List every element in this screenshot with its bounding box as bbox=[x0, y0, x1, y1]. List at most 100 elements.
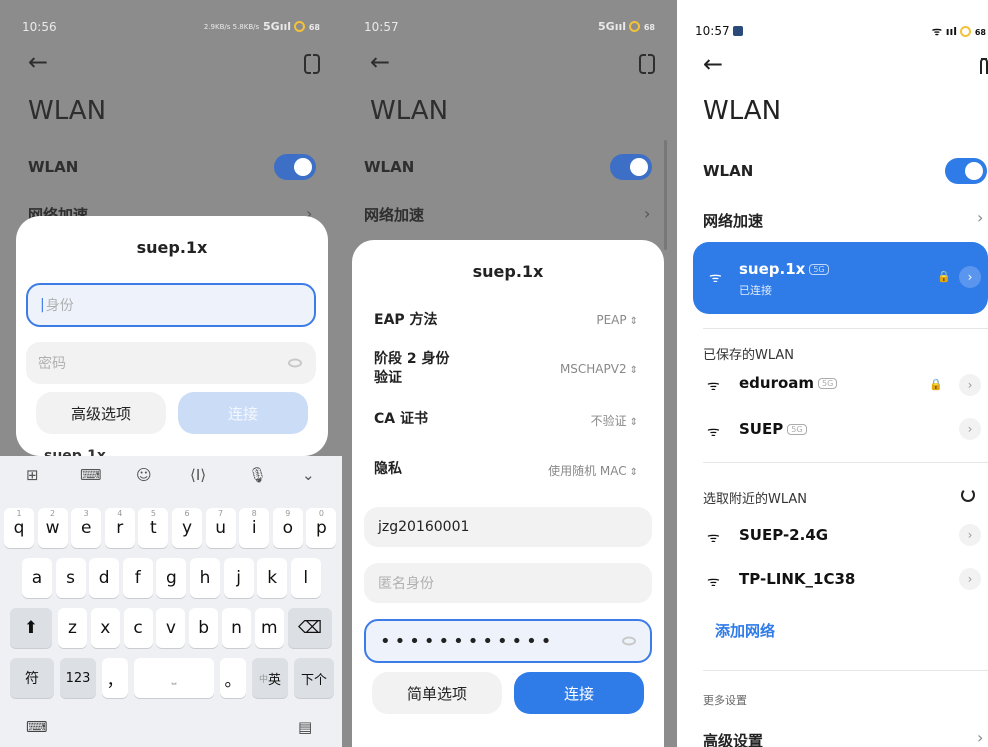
screen-advanced-dialog: 10:57 5Gııl 68 ← WLAN WLAN 网络加速 › suep.1… bbox=[342, 0, 677, 747]
connect-button[interactable]: 连接 bbox=[178, 392, 308, 434]
wifi-icon: ᯤ bbox=[707, 378, 720, 394]
key-z[interactable]: z bbox=[58, 608, 87, 648]
status-time: 10:57 bbox=[364, 20, 399, 34]
network-details-button[interactable]: › bbox=[959, 524, 981, 546]
numbers-key[interactable]: 123 bbox=[60, 658, 96, 698]
wlan-toggle[interactable] bbox=[274, 154, 316, 180]
status-network: 2.9KB/s 5.8KB/s 5Gııl 68 bbox=[203, 20, 320, 33]
collapse-keyboard-icon[interactable]: ⌄ bbox=[302, 466, 315, 484]
wlan-toggle[interactable] bbox=[945, 158, 987, 184]
language-key[interactable]: 中英 bbox=[252, 658, 288, 698]
identity-input[interactable]: | 身份 bbox=[26, 283, 316, 327]
key-y[interactable]: 6y bbox=[172, 508, 202, 548]
apps-grid-icon[interactable]: ⊞ bbox=[26, 466, 39, 484]
scan-icon[interactable] bbox=[980, 58, 988, 74]
key-c[interactable]: c bbox=[123, 608, 153, 648]
key-u[interactable]: 7u bbox=[205, 508, 236, 548]
key-h[interactable]: h bbox=[190, 558, 220, 598]
key-q[interactable]: 1q bbox=[4, 508, 34, 548]
advanced-options-button[interactable]: 高级选项 bbox=[36, 392, 166, 434]
key-i[interactable]: 8i bbox=[239, 508, 270, 548]
chevron-right-icon[interactable]: › bbox=[977, 208, 983, 227]
password-input[interactable]: •••••••••••• bbox=[364, 619, 652, 663]
ca-cert-select[interactable]: 不验证 ⇕ bbox=[591, 412, 638, 429]
add-network-link[interactable]: 添加网络 bbox=[715, 620, 775, 641]
dialog-title: suep.1x bbox=[472, 262, 544, 281]
network-details-button[interactable]: › bbox=[959, 568, 981, 590]
privacy-select[interactable]: 使用随机 MAC ⇕ bbox=[548, 462, 638, 479]
net-accel-label[interactable]: 网络加速 bbox=[703, 210, 763, 231]
key-j[interactable]: j bbox=[223, 558, 254, 598]
key-d[interactable]: d bbox=[89, 558, 120, 598]
anonymous-identity-input[interactable]: 匿名身份 bbox=[364, 563, 652, 603]
key-f[interactable]: f bbox=[122, 558, 153, 598]
connected-network-card[interactable]: ᯤ suep.1x 5G 已连接 🔒 › bbox=[693, 242, 988, 314]
status-bar: 10:56 2.9KB/s 5.8KB/s 5Gııl 68 bbox=[0, 0, 342, 44]
comma-key[interactable]: ， bbox=[102, 658, 128, 698]
saved-network-suep[interactable]: SUEP 5G bbox=[739, 420, 807, 438]
saved-network-eduroam[interactable]: eduroam 5G bbox=[739, 374, 838, 392]
nearby-network-suep-2-4g[interactable]: SUEP-2.4G bbox=[739, 526, 828, 544]
simple-options-button[interactable]: 简单选项 bbox=[372, 672, 502, 714]
clipboard-icon[interactable]: ▤ bbox=[298, 718, 312, 736]
backspace-key[interactable]: ⌫ bbox=[288, 608, 332, 648]
password-input[interactable]: 密码 bbox=[26, 342, 316, 384]
phase2-select[interactable]: MSCHAPV2 ⇕ bbox=[560, 362, 638, 376]
scan-icon[interactable] bbox=[304, 54, 320, 74]
cursor-move-icon[interactable]: ⟨I⟩ bbox=[190, 466, 206, 484]
key-b[interactable]: b bbox=[189, 608, 219, 648]
back-arrow-icon[interactable]: ← bbox=[370, 48, 390, 76]
battery-icon bbox=[629, 21, 641, 32]
key-a[interactable]: a bbox=[22, 558, 52, 598]
eap-method-select[interactable]: PEAP ⇕ bbox=[596, 313, 638, 327]
key-t[interactable]: 5t bbox=[138, 508, 169, 548]
updown-icon: ⇕ bbox=[629, 316, 638, 327]
status-bar: 10:57 5Gııl 68 bbox=[342, 0, 677, 44]
scan-icon[interactable] bbox=[639, 54, 655, 74]
status-bar: 10:57 ᯤ ııl 68 bbox=[677, 0, 988, 44]
key-g[interactable]: g bbox=[156, 558, 187, 598]
key-o[interactable]: 9o bbox=[272, 508, 303, 548]
back-arrow-icon[interactable]: ← bbox=[703, 50, 723, 78]
network-details-button[interactable]: › bbox=[959, 266, 981, 288]
key-v[interactable]: v bbox=[156, 608, 186, 648]
key-r[interactable]: 4r bbox=[104, 508, 135, 548]
network-details-button[interactable]: › bbox=[959, 374, 981, 396]
wlan-label: WLAN bbox=[703, 162, 754, 180]
key-m[interactable]: m bbox=[254, 608, 284, 648]
keyboard-layout-icon[interactable]: ⌨ bbox=[80, 466, 102, 484]
scrollbar[interactable] bbox=[664, 140, 667, 250]
net-accel-label[interactable]: 网络加速 bbox=[364, 204, 424, 225]
key-e[interactable]: 3e bbox=[71, 508, 102, 548]
more-settings-header: 更多设置 bbox=[703, 694, 747, 707]
key-w[interactable]: 2w bbox=[37, 508, 68, 548]
space-key[interactable]: ⎵ bbox=[134, 658, 214, 698]
updown-icon: ⇕ bbox=[629, 417, 638, 428]
soft-keyboard: ⊞ ⌨ ☺ ⟨I⟩ 🎙 ⌄ 1q2w3e4r5t6y7u8i9o0p asdfg… bbox=[0, 456, 342, 747]
key-x[interactable]: x bbox=[90, 608, 120, 648]
next-key[interactable]: 下个 bbox=[294, 658, 334, 698]
keyboard-switch-icon[interactable]: ⌨ bbox=[26, 718, 48, 736]
key-s[interactable]: s bbox=[55, 558, 86, 598]
network-details-button[interactable]: › bbox=[959, 418, 981, 440]
wlan-toggle[interactable] bbox=[610, 154, 652, 180]
emoji-icon[interactable]: ☺ bbox=[136, 466, 152, 484]
back-arrow-icon[interactable]: ← bbox=[28, 48, 48, 76]
chevron-right-icon[interactable]: › bbox=[977, 728, 983, 747]
key-l[interactable]: l bbox=[290, 558, 321, 598]
key-n[interactable]: n bbox=[222, 608, 251, 648]
key-p[interactable]: 0p bbox=[306, 508, 337, 548]
key-k[interactable]: k bbox=[257, 558, 288, 598]
keyboard-toolbar: ⊞ ⌨ ☺ ⟨I⟩ 🎙 ⌄ bbox=[0, 466, 342, 492]
eye-icon[interactable] bbox=[288, 358, 302, 368]
symbols-key[interactable]: 符 bbox=[10, 658, 54, 698]
period-key[interactable]: 。 bbox=[220, 658, 246, 698]
identity-input[interactable]: jzg20160001 bbox=[364, 507, 652, 547]
shift-key[interactable]: ⬆ bbox=[10, 608, 52, 648]
eye-icon[interactable] bbox=[622, 636, 636, 646]
ca-cert-label: CA 证书 bbox=[374, 411, 428, 427]
connect-button[interactable]: 连接 bbox=[514, 672, 644, 714]
microphone-icon[interactable]: 🎙 bbox=[248, 466, 267, 484]
advanced-settings-item[interactable]: 高级设置 bbox=[703, 730, 763, 747]
nearby-network-tp-link[interactable]: TP-LINK_1C38 bbox=[739, 570, 855, 588]
